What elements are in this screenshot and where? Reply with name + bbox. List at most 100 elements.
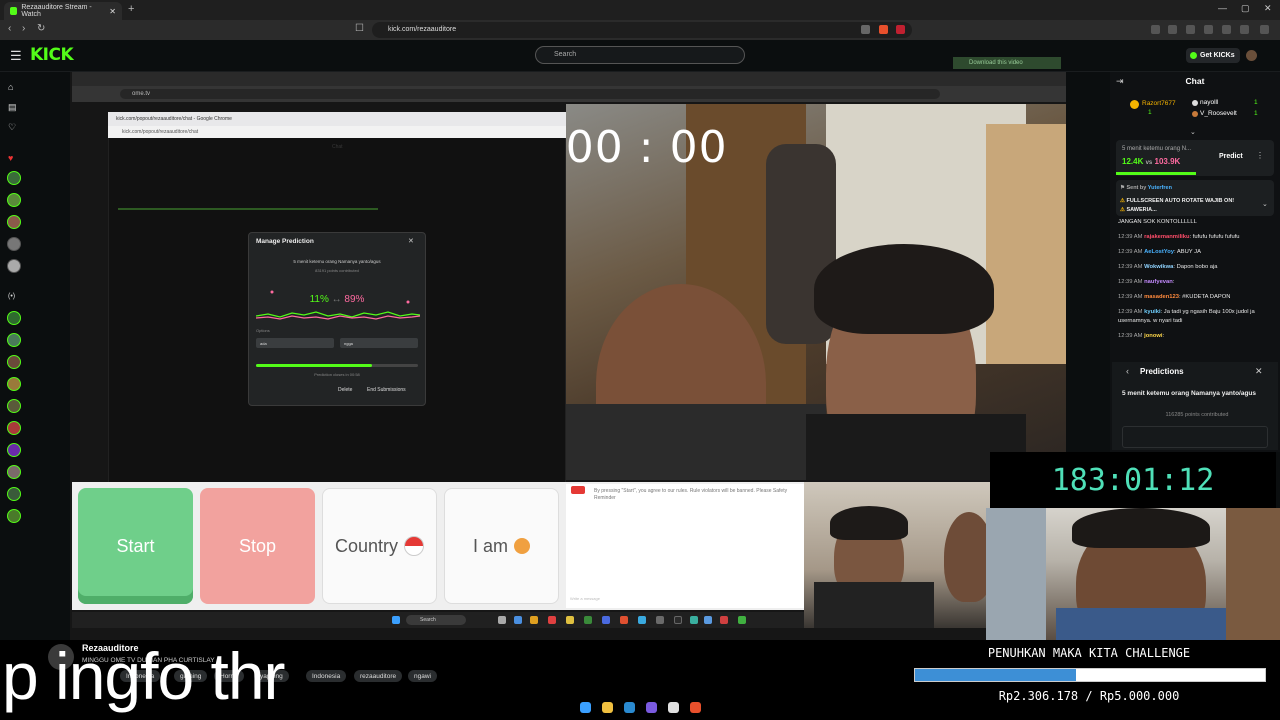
chrome-icon[interactable] bbox=[668, 702, 679, 713]
recommended-channel-avatar[interactable] bbox=[7, 311, 21, 325]
followed-channel-avatar[interactable] bbox=[7, 215, 21, 229]
kick-logo[interactable]: KICK bbox=[30, 45, 74, 65]
recommended-channel-avatar[interactable] bbox=[7, 421, 21, 435]
maximize-icon[interactable]: ▢ bbox=[1241, 3, 1250, 14]
vpn-icon[interactable] bbox=[1222, 25, 1231, 34]
message-username[interactable]: Wokwikwa bbox=[1144, 264, 1173, 270]
windows-start-icon[interactable] bbox=[580, 702, 591, 713]
taskbar-app-icon bbox=[638, 616, 646, 624]
expand-pinned-icon[interactable]: ⌄ bbox=[1262, 200, 1268, 208]
message-text: ABUY JA bbox=[1176, 249, 1201, 255]
predictions-back-icon[interactable]: ‹ bbox=[1126, 366, 1129, 376]
more-options-icon[interactable]: ⋮ bbox=[1256, 151, 1264, 160]
profile-icon[interactable] bbox=[1240, 25, 1249, 34]
taskbar-app-icon bbox=[566, 616, 574, 624]
url-field[interactable]: kick.com/rezaauditore bbox=[372, 22, 912, 38]
chat-message: 12:39 AM AeLostYoy: ABUY JA bbox=[1118, 249, 1201, 255]
followed-channel-avatar[interactable] bbox=[7, 193, 21, 207]
kick-favicon-icon bbox=[10, 7, 18, 15]
message-username[interactable]: rajakemanmiliku bbox=[1144, 234, 1189, 240]
discord-icon[interactable] bbox=[646, 702, 657, 713]
delete-prediction-button[interactable]: Delete bbox=[338, 387, 352, 393]
warning-icon: ⚠ bbox=[1120, 198, 1125, 204]
home-icon[interactable]: ⌂ bbox=[8, 82, 13, 92]
taskbar-app-icon bbox=[656, 616, 664, 624]
following-icon[interactable]: ♡ bbox=[8, 122, 16, 133]
ome-country-button[interactable]: Country bbox=[322, 488, 437, 604]
close-window-icon[interactable]: ✕ bbox=[1264, 3, 1272, 14]
modal-close-icon[interactable]: ✕ bbox=[408, 237, 414, 245]
file-explorer-icon[interactable] bbox=[602, 702, 613, 713]
predictions-close-icon[interactable]: ✕ bbox=[1255, 366, 1263, 377]
ome-message-input[interactable]: Write a message bbox=[570, 596, 600, 601]
end-submissions-button[interactable]: End Submissions bbox=[367, 387, 406, 393]
followed-channel-avatar[interactable] bbox=[7, 259, 21, 273]
ome-stop-button[interactable]: Stop bbox=[200, 488, 315, 604]
back-icon[interactable]: ‹ bbox=[8, 23, 11, 34]
pinned-sender: Yuterfren bbox=[1147, 185, 1172, 191]
share-icon[interactable] bbox=[861, 25, 870, 34]
recommended-channel-avatar[interactable] bbox=[7, 377, 21, 391]
chat-message: 12:39 AM kyuiki: Ja tadi yg ngasih Baju … bbox=[1118, 309, 1255, 324]
brave-icon[interactable] bbox=[690, 702, 701, 713]
recommended-channel-avatar[interactable] bbox=[7, 399, 21, 413]
hamburger-menu-icon[interactable]: ☰ bbox=[10, 48, 22, 64]
bookmark-icon[interactable]: ☐ bbox=[355, 23, 364, 34]
message-username[interactable]: AeLostYoy bbox=[1144, 249, 1174, 255]
close-tab-icon[interactable]: ✕ bbox=[109, 7, 116, 16]
menu-icon[interactable] bbox=[1260, 25, 1269, 34]
recommended-channel-avatar[interactable] bbox=[7, 509, 21, 523]
followed-channel-avatar[interactable] bbox=[7, 171, 21, 185]
message-username[interactable]: masaden123 bbox=[1144, 294, 1179, 300]
stream-browser-tabbar bbox=[72, 72, 1066, 86]
message-time: 12:39 AM bbox=[1118, 234, 1143, 240]
brave-shield-icon[interactable] bbox=[879, 25, 888, 34]
recommended-channel-avatar[interactable] bbox=[7, 465, 21, 479]
downloads-icon[interactable] bbox=[1204, 25, 1213, 34]
browse-icon[interactable]: ▤ bbox=[8, 102, 17, 113]
recommended-channel-avatar[interactable] bbox=[7, 487, 21, 501]
message-username[interactable]: kyuiki bbox=[1144, 309, 1160, 315]
percent-option-a: 11% bbox=[309, 294, 329, 305]
chat-title: Chat bbox=[1185, 76, 1205, 86]
edge-icon[interactable] bbox=[624, 702, 635, 713]
taskbar-app-icon bbox=[720, 616, 728, 624]
forward-icon[interactable]: › bbox=[22, 23, 25, 34]
recommended-channel-avatar[interactable] bbox=[7, 443, 21, 457]
taskbar-app-icon bbox=[602, 616, 610, 624]
reload-icon[interactable]: ↻ bbox=[37, 23, 45, 34]
stream-tag[interactable]: rezaauditore bbox=[354, 670, 403, 682]
prediction-card-totals: 12.4K vs 103.9K bbox=[1122, 157, 1180, 166]
predictions-option-box[interactable] bbox=[1122, 426, 1268, 448]
message-username[interactable]: jonowi bbox=[1144, 333, 1162, 339]
recommended-channel-avatar[interactable] bbox=[7, 355, 21, 369]
prediction-option-b[interactable]: ngga bbox=[340, 338, 418, 348]
ome-chat-box bbox=[566, 484, 804, 608]
expand-leaderboard-icon[interactable]: ⌄ bbox=[1190, 128, 1196, 136]
ome-iam-button[interactable]: I am bbox=[444, 488, 559, 604]
extension-icon[interactable] bbox=[1151, 25, 1160, 34]
taskbar-app-icon bbox=[514, 616, 522, 624]
message-username[interactable]: naufyevan bbox=[1144, 279, 1173, 285]
recommended-channel-avatar[interactable] bbox=[7, 333, 21, 347]
stream-tag[interactable]: ngawi bbox=[408, 670, 437, 682]
message-time: 12:39 AM bbox=[1118, 294, 1143, 300]
user-avatar[interactable] bbox=[1246, 50, 1257, 61]
prediction-option-a[interactable]: ada bbox=[256, 338, 334, 348]
minimize-icon[interactable]: — bbox=[1218, 3, 1227, 13]
country-label: Country bbox=[334, 535, 399, 556]
sidebar-toggle-icon[interactable] bbox=[1168, 25, 1177, 34]
prediction-vs: vs bbox=[1145, 160, 1153, 166]
browser-tab[interactable]: Rezaauditore Stream - Watch ✕ bbox=[4, 2, 122, 20]
predict-button[interactable]: Predict bbox=[1214, 150, 1250, 164]
followed-channel-avatar[interactable] bbox=[7, 237, 21, 251]
stream-tag[interactable]: Indonesia bbox=[306, 670, 347, 682]
percent-option-b: 89% bbox=[344, 294, 365, 305]
rewards-icon[interactable] bbox=[896, 25, 905, 34]
ome-start-button[interactable]: Start bbox=[78, 488, 193, 604]
challenge-title: PENUHKAN MAKA KITA CHALLENGE bbox=[987, 646, 1191, 660]
new-tab-icon[interactable]: + bbox=[128, 3, 134, 15]
search-input[interactable]: Search bbox=[535, 46, 745, 64]
wallet-icon[interactable] bbox=[1186, 25, 1195, 34]
bronze-icon bbox=[1192, 111, 1198, 117]
